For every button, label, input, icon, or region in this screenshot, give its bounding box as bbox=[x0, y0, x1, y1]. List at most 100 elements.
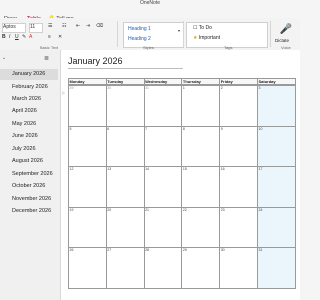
day-cell[interactable] bbox=[257, 125, 296, 167]
day-number: 26 bbox=[69, 248, 74, 252]
ribbon-separator bbox=[270, 21, 271, 47]
day-cell[interactable] bbox=[68, 166, 107, 208]
page-item[interactable]: October 2026 bbox=[12, 183, 45, 189]
day-cell[interactable] bbox=[143, 247, 183, 289]
bold-icon[interactable]: B bbox=[2, 34, 6, 40]
page-item[interactable]: July 2026 bbox=[12, 146, 36, 152]
page-item[interactable]: November 2026 bbox=[12, 196, 51, 202]
day-cell[interactable] bbox=[181, 85, 221, 127]
day-number: 23 bbox=[220, 207, 225, 212]
day-number: 30 bbox=[220, 248, 225, 252]
tag-to-do[interactable]: ☐ To Do bbox=[193, 25, 212, 31]
day-cell[interactable] bbox=[105, 125, 145, 167]
day-number: 19 bbox=[69, 207, 74, 212]
day-cell[interactable] bbox=[257, 206, 296, 248]
highlight-icon[interactable]: ✎ bbox=[22, 34, 26, 40]
tag-important[interactable]: ★ Important bbox=[193, 35, 220, 41]
day-cell[interactable] bbox=[257, 85, 296, 127]
delete-icon[interactable]: ✕ bbox=[58, 34, 62, 40]
day-cell[interactable] bbox=[257, 247, 296, 289]
day-number: 2 bbox=[220, 86, 223, 90]
day-cell[interactable] bbox=[219, 206, 258, 248]
font-color-icon[interactable]: A bbox=[29, 34, 32, 40]
day-cell[interactable] bbox=[181, 247, 221, 289]
day-cell[interactable] bbox=[105, 85, 145, 127]
day-number: 21 bbox=[145, 207, 149, 212]
page-item[interactable]: May 2026 bbox=[12, 121, 36, 127]
day-cell[interactable] bbox=[68, 206, 107, 248]
day-cell[interactable] bbox=[105, 206, 145, 248]
microphone-icon[interactable]: 🎤 bbox=[278, 24, 294, 38]
day-number: 17 bbox=[258, 167, 263, 171]
outdent-icon[interactable]: ⇤ bbox=[76, 23, 80, 29]
day-number: 15 bbox=[182, 167, 187, 171]
calendar-table[interactable]: Monday Tuesday Wednesday Thursday Friday Satu… bbox=[68, 78, 300, 300]
ribbon-separator bbox=[117, 21, 118, 47]
day-number: 10 bbox=[258, 126, 263, 131]
title-bar: OneNote bbox=[0, 0, 300, 7]
day-number: 27 bbox=[107, 248, 112, 252]
collapse-chevron-icon[interactable]: ⌄ bbox=[2, 55, 6, 61]
tag-important-label: Important bbox=[198, 35, 220, 41]
style-heading-1[interactable]: Heading 1 bbox=[128, 26, 151, 32]
bullets-icon[interactable]: ☰ bbox=[48, 23, 52, 29]
day-number: 31 bbox=[145, 86, 149, 90]
day-cell[interactable] bbox=[143, 166, 183, 208]
weekday-header: Tuesday bbox=[107, 79, 124, 84]
day-cell[interactable] bbox=[181, 166, 221, 208]
font-size-value: 11 bbox=[30, 24, 36, 30]
day-number: 24 bbox=[258, 207, 263, 212]
tag-to-do-label: To Do bbox=[198, 25, 212, 31]
page-item[interactable]: June 2026 bbox=[12, 133, 38, 139]
day-cell[interactable] bbox=[68, 247, 107, 289]
day-number: 22 bbox=[182, 207, 187, 212]
day-cell[interactable] bbox=[68, 125, 107, 167]
day-number: 7 bbox=[145, 126, 148, 131]
page-item[interactable]: September 2026 bbox=[12, 171, 53, 177]
day-cell[interactable] bbox=[143, 125, 183, 167]
weekday-header: Thursday bbox=[182, 79, 201, 84]
day-number: 30 bbox=[107, 86, 112, 90]
underline-icon[interactable]: U bbox=[15, 34, 19, 40]
day-number: 29 bbox=[182, 248, 187, 252]
page-item[interactable]: December 2026 bbox=[12, 208, 51, 214]
day-number: 1 bbox=[182, 86, 185, 90]
align-icon[interactable]: ≡ bbox=[48, 34, 51, 40]
day-cell[interactable] bbox=[181, 206, 221, 248]
sort-pages-icon[interactable]: ≣ bbox=[44, 55, 49, 62]
weekday-header: Saturday bbox=[258, 79, 276, 84]
day-number: 28 bbox=[145, 248, 149, 252]
day-cell[interactable] bbox=[257, 166, 296, 208]
style-heading-2[interactable]: Heading 2 bbox=[128, 36, 151, 42]
page-item[interactable]: February 2026 bbox=[12, 84, 48, 90]
expand-arrow-icon[interactable]: ▷ bbox=[62, 90, 65, 95]
day-cell[interactable] bbox=[219, 125, 258, 167]
ribbon-tabs: Draw Table 💡 Tell me bbox=[0, 7, 300, 22]
page-item[interactable]: March 2026 bbox=[12, 96, 41, 102]
day-cell[interactable] bbox=[219, 247, 258, 289]
weekday-header: Wednesday bbox=[145, 79, 168, 84]
day-number: 12 bbox=[69, 167, 74, 171]
dictate-button[interactable]: Dictate bbox=[275, 38, 289, 43]
italic-icon[interactable]: I bbox=[9, 34, 10, 40]
font-name-dropdown[interactable]: Aptos bbox=[2, 23, 26, 33]
day-cell[interactable] bbox=[68, 85, 107, 127]
font-size-dropdown[interactable]: 11 bbox=[29, 23, 43, 33]
page-item[interactable]: April 2026 bbox=[12, 108, 37, 114]
title-underline bbox=[68, 68, 183, 69]
day-cell[interactable] bbox=[143, 85, 183, 127]
day-cell[interactable] bbox=[105, 247, 145, 289]
indent-icon[interactable]: ⇥ bbox=[86, 23, 90, 29]
page-item[interactable]: August 2026 bbox=[12, 158, 43, 164]
day-cell[interactable] bbox=[105, 166, 145, 208]
day-cell[interactable] bbox=[181, 125, 221, 167]
page-item[interactable]: January 2026 bbox=[0, 69, 58, 80]
day-cell[interactable] bbox=[219, 85, 258, 127]
numbering-icon[interactable]: ☷ bbox=[62, 23, 66, 29]
clear-formatting-icon[interactable]: ⌫ bbox=[96, 23, 103, 29]
day-cell[interactable] bbox=[219, 166, 258, 208]
styles-more-icon[interactable]: ▾ bbox=[178, 28, 180, 33]
weekday-header: Monday bbox=[69, 79, 85, 84]
day-cell[interactable] bbox=[143, 206, 183, 248]
page-title[interactable]: January 2026 bbox=[68, 56, 123, 66]
